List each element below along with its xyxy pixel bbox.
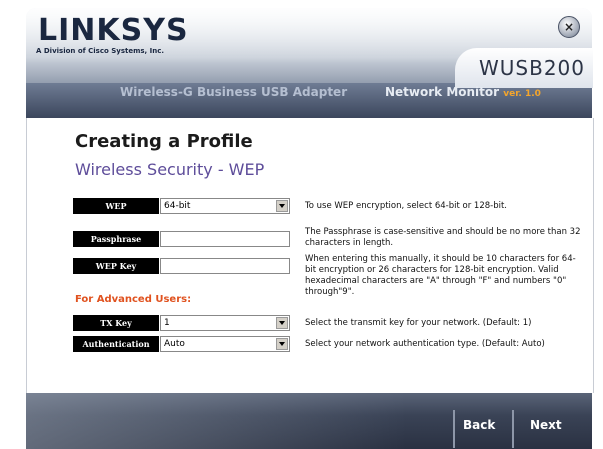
footer-separator	[512, 410, 514, 448]
monitor-title-group: Network Monitor ver. 1.0	[385, 85, 541, 99]
chevron-down-icon[interactable]	[276, 338, 288, 350]
back-button[interactable]: Back	[463, 418, 495, 432]
passphrase-label: Passphrase	[73, 231, 159, 247]
authentication-select-value: Auto	[164, 339, 185, 349]
product-name: Wireless-G Business USB Adapter	[120, 85, 348, 99]
page-title: Creating a Profile	[75, 131, 253, 152]
footer-separator	[453, 410, 455, 448]
chevron-down-icon[interactable]	[276, 317, 288, 329]
monitor-title: Network Monitor	[385, 85, 500, 99]
advanced-users-heading: For Advanced Users:	[75, 294, 192, 305]
wep-label: WEP	[73, 198, 159, 214]
wep-key-field[interactable]	[160, 258, 290, 274]
tx-key-label: TX Key	[73, 315, 159, 331]
tx-key-select-value: 1	[164, 318, 170, 328]
tx-key-help: Select the transmit key for your network…	[305, 318, 532, 328]
footer-fade	[26, 393, 406, 449]
wep-select[interactable]: 64-bit	[160, 198, 290, 214]
authentication-help: Select your network authentication type.…	[305, 339, 545, 349]
footer-bar	[26, 393, 592, 449]
close-button[interactable]: ×	[558, 16, 580, 38]
wep-select-value: 64-bit	[164, 201, 191, 211]
chevron-down-icon[interactable]	[276, 200, 288, 212]
authentication-label: Authentication	[73, 336, 159, 352]
wep-key-help: When entering this manually, it should b…	[305, 254, 576, 297]
passphrase-field[interactable]	[160, 231, 290, 247]
authentication-select[interactable]: Auto	[160, 336, 290, 352]
version-label: ver. 1.0	[503, 89, 541, 99]
linksys-logo: LINKSYS	[38, 13, 189, 48]
tx-key-select[interactable]: 1	[160, 315, 290, 331]
model-tab: WUSB200	[455, 48, 593, 88]
section-title: Wireless Security - WEP	[75, 160, 265, 179]
next-button[interactable]: Next	[530, 418, 562, 432]
passphrase-help: The Passphrase is case-sensitive and sho…	[305, 227, 581, 248]
model-name: WUSB200	[478, 56, 585, 80]
wep-key-label: WEP Key	[73, 258, 159, 274]
header-banner: LINKSYS A Division of Cisco Systems, Inc…	[26, 8, 593, 118]
wep-help: To use WEP encryption, select 64-bit or …	[305, 201, 508, 211]
app-window: LINKSYS A Division of Cisco Systems, Inc…	[0, 0, 603, 449]
logo-subtitle: A Division of Cisco Systems, Inc.	[36, 47, 165, 55]
